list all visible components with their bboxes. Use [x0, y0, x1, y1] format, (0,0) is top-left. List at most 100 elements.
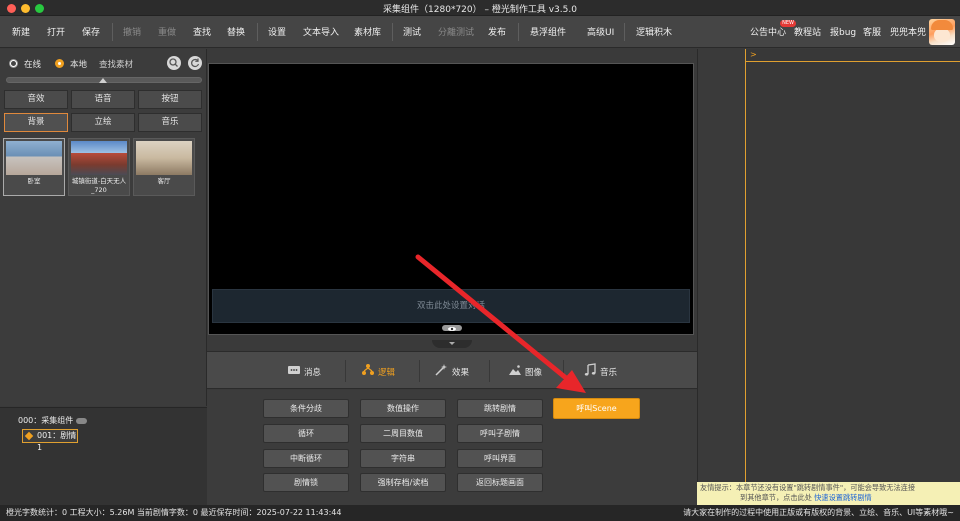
- break-loop-button[interactable]: 中断循环: [263, 449, 349, 468]
- tip-line-2-row: 到其他章节，点击此处 快速设置跳转剧情: [700, 493, 957, 503]
- dialog-box[interactable]: 双击此处设置对话: [212, 289, 690, 323]
- save-button[interactable]: 保存: [82, 25, 100, 38]
- replace-button[interactable]: 替换: [227, 25, 245, 38]
- tree-root-label: 000：采集组件: [18, 416, 74, 425]
- asset-library-button[interactable]: 素材库: [354, 25, 381, 38]
- new-button[interactable]: 新建: [12, 25, 30, 38]
- category-music[interactable]: 音乐: [138, 113, 202, 132]
- call-sub-plot-button[interactable]: 呼叫子剧情: [457, 424, 543, 443]
- tutorial-site-button[interactable]: 教程站: [794, 25, 821, 38]
- publish-button[interactable]: 发布: [488, 25, 506, 38]
- asset-panel: 在线 本地 查找素材 音效 语音 按钮 背景 立绘 音乐 卧室 城镇街道-白天无…: [0, 49, 207, 406]
- report-bug-button[interactable]: 报bug: [830, 25, 856, 38]
- loop-button[interactable]: 循环: [263, 424, 349, 443]
- asset-thumbnail-street[interactable]: 城镇街道-白天无人_720: [68, 138, 130, 196]
- return-title-screen-button[interactable]: 返回标题画面: [457, 473, 543, 492]
- advanced-ui-button[interactable]: 高级UI: [587, 25, 614, 38]
- tab-effects[interactable]: 效果: [452, 366, 469, 378]
- status-stats: 橙光字数统计：0 工程大小：5.26M 当前剧情字数：0 最近保存时间：2025…: [6, 508, 342, 517]
- tree-badge: [75, 417, 87, 424]
- asset-thumbnail-living-room[interactable]: 客厅: [133, 138, 195, 196]
- toolbar-divider: [392, 23, 393, 41]
- street-image: [71, 141, 127, 175]
- refresh-icon[interactable]: [188, 56, 202, 70]
- tip-line-1: 友情提示：本章节还没有设置"跳转剧情事件"，可能会导致无法连接: [700, 483, 916, 492]
- slider-handle[interactable]: [99, 78, 107, 83]
- tree-root-item[interactable]: 000：采集组件: [18, 415, 87, 426]
- tree-item-plot1[interactable]: 001：剧情1: [22, 429, 78, 452]
- category-buttons[interactable]: 按钮: [138, 90, 202, 109]
- console-panel: >: [745, 49, 960, 482]
- asset-thumbnail-bedroom[interactable]: 卧室: [3, 138, 65, 196]
- online-radio[interactable]: [9, 59, 18, 68]
- condition-branch-button[interactable]: 条件分歧: [263, 399, 349, 418]
- category-voice[interactable]: 语音: [71, 90, 135, 109]
- music-note-icon: [584, 363, 596, 376]
- toolbar-divider: [112, 23, 113, 41]
- category-sound-effects[interactable]: 音效: [4, 90, 68, 109]
- right-gutter: [697, 49, 745, 505]
- status-notice: 请大家在制作的过程中使用正版或有版权的背景、立绘、音乐、UI等素材哦~: [683, 508, 954, 517]
- main-toolbar: 新建 打开 保存 撤销 重做 查找 替换 设置 文本导入 素材库 测试 分離测试…: [0, 16, 960, 48]
- tab-message[interactable]: 消息: [304, 366, 321, 378]
- find-button[interactable]: 查找: [193, 25, 211, 38]
- value-operation-button[interactable]: 数值操作: [360, 399, 446, 418]
- quick-set-jump-link[interactable]: 快速设置跳转剧情: [814, 493, 872, 502]
- search-icon[interactable]: [167, 56, 181, 70]
- test-button[interactable]: 测试: [403, 25, 421, 38]
- tab-logic[interactable]: 逻辑: [378, 366, 395, 378]
- second-playthrough-value-button[interactable]: 二周目数值: [360, 424, 446, 443]
- logic-blocks-button[interactable]: 逻辑积木: [636, 25, 672, 38]
- tab-divider: [345, 360, 346, 382]
- announcement-center-button[interactable]: 公告中心: [750, 25, 786, 38]
- scene-tree-panel: 000：采集组件 001：剧情1: [0, 407, 207, 505]
- toolbar-divider: [518, 23, 519, 41]
- local-radio[interactable]: [55, 59, 64, 68]
- tab-image[interactable]: 图像: [525, 366, 542, 378]
- message-icon: [288, 366, 300, 374]
- thumbnail-caption: 卧室: [27, 177, 41, 185]
- search-assets-label[interactable]: 查找素材: [99, 58, 133, 70]
- jump-plot-button[interactable]: 跳转剧情: [457, 399, 543, 418]
- command-panel: 条件分歧 循环 中断循环 剧情锁 数值操作 二周目数值 字符串 强制存档/读档 …: [207, 390, 697, 505]
- eye-icon[interactable]: [442, 325, 462, 331]
- category-portraits[interactable]: 立绘: [71, 113, 135, 132]
- tab-divider: [419, 360, 420, 382]
- title-bar: 采集组件（1280*720） – 橙光制作工具 v3.5.0: [0, 0, 960, 16]
- tab-music[interactable]: 音乐: [600, 366, 617, 378]
- effects-icon: [435, 364, 447, 376]
- string-button[interactable]: 字符串: [360, 449, 446, 468]
- status-bar: 橙光字数统计：0 工程大小：5.26M 当前剧情字数：0 最近保存时间：2025…: [0, 505, 960, 521]
- toolbar-divider: [257, 23, 258, 41]
- text-import-button[interactable]: 文本导入: [303, 25, 339, 38]
- living-room-image: [136, 141, 192, 175]
- toolbar-divider: [624, 23, 625, 41]
- image-icon: [509, 365, 521, 375]
- open-button[interactable]: 打开: [47, 25, 65, 38]
- split-test-button[interactable]: 分離测试: [438, 25, 474, 38]
- call-interface-button[interactable]: 呼叫界面: [457, 449, 543, 468]
- thumbnail-caption: 城镇街道-白天无人_720: [71, 177, 127, 194]
- window-title: 采集组件（1280*720） – 橙光制作工具 v3.5.0: [383, 5, 577, 15]
- username-label[interactable]: 兜兜本兜: [890, 25, 926, 38]
- settings-button[interactable]: 设置: [268, 25, 286, 38]
- customer-service-button[interactable]: 客服: [863, 25, 881, 38]
- tip-line-2: 到其他章节，点击此处: [740, 493, 812, 502]
- console-prompt[interactable]: >: [746, 49, 960, 62]
- avatar[interactable]: [929, 19, 955, 45]
- plot-lock-button[interactable]: 剧情锁: [263, 473, 349, 492]
- online-label: 在线: [24, 60, 42, 70]
- floating-component-button[interactable]: 悬浮组件: [530, 25, 566, 38]
- call-scene-button[interactable]: 呼叫Scene: [553, 398, 640, 419]
- tab-divider: [563, 360, 564, 382]
- category-backgrounds[interactable]: 背景: [4, 113, 68, 132]
- bedroom-image: [6, 141, 62, 175]
- tab-divider: [489, 360, 490, 382]
- logic-icon: [362, 364, 374, 375]
- thumbnail-caption: 客厅: [157, 177, 171, 185]
- redo-button[interactable]: 重做: [158, 25, 176, 38]
- command-tab-bar: 消息 逻辑 效果 图像 音乐: [207, 351, 697, 389]
- collapse-toggle[interactable]: [432, 340, 472, 348]
- force-save-load-button[interactable]: 强制存档/读档: [360, 473, 446, 492]
- undo-button[interactable]: 撤销: [123, 25, 141, 38]
